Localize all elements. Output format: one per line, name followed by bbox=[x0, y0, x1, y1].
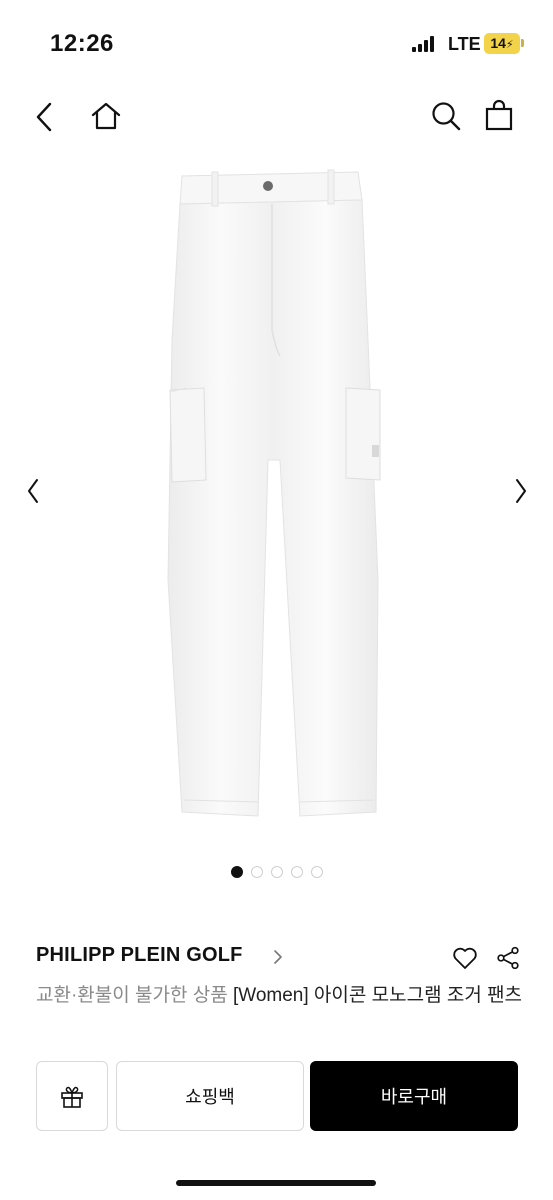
pagination-dot[interactable] bbox=[290, 866, 303, 878]
add-to-bag-button[interactable]: 쇼핑백 bbox=[116, 1061, 304, 1131]
non-refundable-tag: 교환·환불이 불가한 상품 bbox=[36, 985, 228, 1006]
battery-cap bbox=[521, 39, 524, 47]
product-gallery[interactable] bbox=[0, 150, 553, 850]
brand-row: PHILIPP PLEIN GOLF bbox=[36, 944, 521, 972]
search-icon[interactable] bbox=[430, 100, 462, 132]
home-indicator bbox=[176, 1180, 376, 1186]
network-label: LTE bbox=[448, 34, 481, 54]
share-icon[interactable] bbox=[496, 946, 520, 970]
pagination-dot[interactable] bbox=[310, 866, 323, 878]
signal-icon bbox=[412, 36, 438, 52]
shopping-bag-icon[interactable] bbox=[484, 99, 514, 131]
product-name: [Women] 아이콘 모노그램 조거 팬츠 bbox=[227, 985, 523, 1006]
battery-level: 14 bbox=[490, 35, 506, 51]
chevron-right-icon[interactable] bbox=[272, 949, 284, 965]
prev-image-icon[interactable] bbox=[26, 478, 40, 504]
nav-bar bbox=[0, 86, 553, 146]
status-bar: 12:26 LTE 14⚡ bbox=[0, 0, 553, 80]
brand-name[interactable]: PHILIPP PLEIN GOLF bbox=[36, 944, 243, 967]
product-title: 교환·환불이 불가한 상품 [Women] 아이콘 모노그램 조거 팬츠 bbox=[36, 982, 526, 1010]
pagination-dot[interactable] bbox=[270, 866, 283, 878]
chevron-left-icon[interactable] bbox=[34, 102, 54, 132]
product-image[interactable] bbox=[140, 160, 415, 830]
buy-now-button[interactable]: 바로구매 bbox=[310, 1061, 518, 1131]
gift-button[interactable] bbox=[36, 1061, 108, 1131]
pagination-dot[interactable] bbox=[230, 866, 243, 878]
gallery-pagination bbox=[0, 866, 553, 880]
battery-icon: 14⚡ bbox=[484, 33, 520, 54]
clock: 12:26 bbox=[50, 30, 114, 57]
heart-icon[interactable] bbox=[452, 946, 478, 970]
home-icon[interactable] bbox=[90, 100, 122, 132]
pagination-dot[interactable] bbox=[250, 866, 263, 878]
gift-icon bbox=[61, 1086, 83, 1108]
next-image-icon[interactable] bbox=[514, 478, 528, 504]
